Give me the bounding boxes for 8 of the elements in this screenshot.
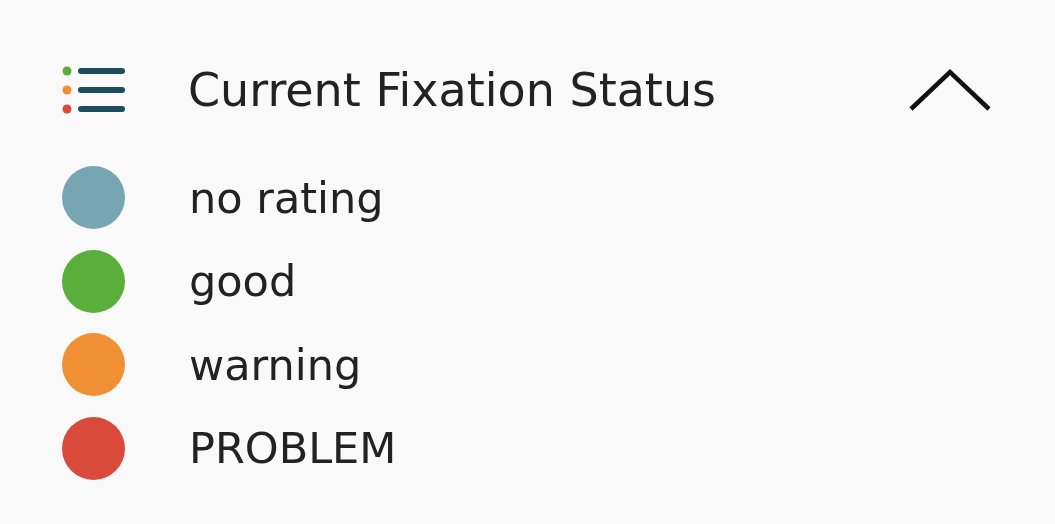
collapse-toggle[interactable] — [908, 67, 992, 113]
legend-label: good — [189, 256, 297, 307]
list-icon — [62, 66, 126, 114]
chevron-icon — [908, 67, 992, 113]
legend-label: warning — [189, 339, 362, 390]
panel-title: Current Fixation Status — [188, 63, 717, 117]
legend-label: no rating — [189, 172, 384, 223]
legend-label: PROBLEM — [189, 423, 397, 474]
